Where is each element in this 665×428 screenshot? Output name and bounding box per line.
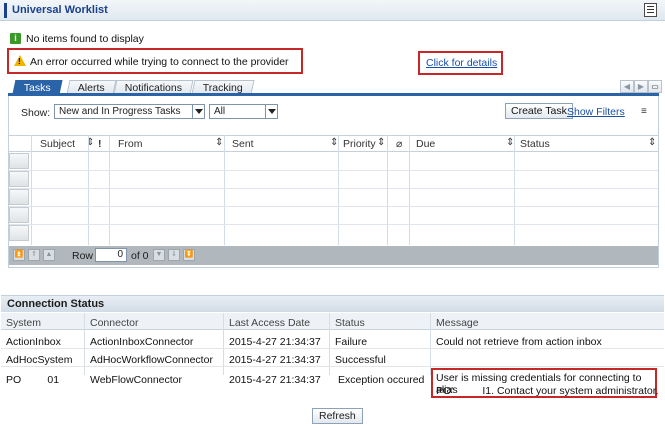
click-for-details-link[interactable]: Click for details <box>426 57 497 69</box>
column-due[interactable]: Due <box>416 138 435 150</box>
cell-status: Successful <box>335 354 386 366</box>
last-page-icon[interactable]: ⏬ <box>183 249 195 261</box>
prev-row-icon[interactable]: ▲ <box>43 249 55 261</box>
grid-divider <box>338 135 339 245</box>
col-last-access: Last Access Date <box>229 317 311 329</box>
row-selector[interactable] <box>9 189 29 205</box>
chevron-down-icon[interactable] <box>192 105 204 118</box>
grid-divider <box>387 135 388 245</box>
row-input[interactable]: 0 <box>95 248 127 262</box>
create-task-button[interactable]: Create Task <box>505 103 573 119</box>
col-status: Status <box>335 317 365 329</box>
row-selector[interactable] <box>9 153 29 169</box>
warning-icon: ! <box>14 55 26 66</box>
cell-system: PO 01 <box>6 374 60 386</box>
cell-system: ActionInbox <box>6 336 61 348</box>
grid-row-line <box>9 206 658 207</box>
cell-date: 2015-4-27 21:34:37 <box>229 354 321 366</box>
cell-connector: AdHocWorkflowConnector <box>90 354 213 366</box>
cell-connector: WebFlowConnector <box>90 374 183 386</box>
cell-status: Exception occured <box>338 374 425 386</box>
cell-date: 2015-4-27 21:34:37 <box>229 374 321 386</box>
tab-list-icon[interactable]: ▭ <box>648 80 662 93</box>
menu-icon[interactable] <box>644 3 657 17</box>
column-sent[interactable]: Sent <box>232 138 254 150</box>
sort-icon[interactable]: ⇕ <box>215 137 223 148</box>
table-row-line <box>1 348 664 349</box>
connection-status-title: Connection Status <box>7 298 105 310</box>
row-selector[interactable] <box>9 171 29 187</box>
error-message: An error occurred while trying to connec… <box>30 56 289 68</box>
grid-divider <box>409 135 410 245</box>
grid-row-line <box>9 224 658 225</box>
col-system: System <box>6 317 42 329</box>
column-from[interactable]: From <box>118 138 143 150</box>
refresh-button[interactable]: Refresh <box>312 408 363 424</box>
grid-divider <box>88 135 89 245</box>
next-page-icon[interactable]: ⇓ <box>168 249 180 261</box>
prev-page-icon[interactable]: ⇑ <box>28 249 40 261</box>
cell-system: AdHocSystem <box>6 354 73 366</box>
col-connector: Connector <box>90 317 139 329</box>
sort-icon[interactable]: ⇕ <box>648 137 656 148</box>
show-filters-link[interactable]: Show Filters <box>567 106 625 118</box>
cell-message-line2: PO' I1. Contact your system administrato… <box>436 385 659 397</box>
grid-divider <box>109 135 110 245</box>
grid-divider <box>31 135 32 245</box>
cell-date: 2015-4-27 21:34:37 <box>229 336 321 348</box>
grid-row-line <box>9 188 658 189</box>
info-message: No items found to display <box>26 33 144 45</box>
cell-message: Could not retrieve from action inbox <box>436 336 602 348</box>
tab-tasks[interactable]: Tasks <box>12 80 63 94</box>
scope-select[interactable]: All <box>209 104 278 119</box>
view-select[interactable]: New and In Progress Tasks <box>54 104 205 119</box>
next-row-icon[interactable]: ▼ <box>153 249 165 261</box>
row-total: of 0 <box>131 250 149 262</box>
info-icon: i <box>10 33 21 44</box>
attachment-icon[interactable]: ⌀ <box>396 138 402 150</box>
scroll-left-icon[interactable]: ◀ <box>620 80 634 93</box>
cell-status: Failure <box>335 336 368 348</box>
column-subject[interactable]: Subject <box>40 138 75 150</box>
show-label: Show: <box>21 107 51 119</box>
row-label: Row <box>72 250 94 262</box>
filter-icon[interactable]: ≡ <box>641 106 647 117</box>
tab-notifications[interactable]: Notifications <box>113 80 194 94</box>
grid-divider <box>224 135 225 245</box>
tasks-panel <box>8 96 659 268</box>
sort-icon[interactable]: ⇕ <box>377 137 385 148</box>
column-importance[interactable]: ! <box>98 138 102 150</box>
tab-tracking[interactable]: Tracking <box>191 80 255 94</box>
cell-connector: ActionInboxConnector <box>90 336 194 348</box>
grid-divider <box>514 135 515 245</box>
row-selector[interactable] <box>9 225 29 241</box>
scroll-right-icon[interactable]: ▶ <box>634 80 648 93</box>
column-priority[interactable]: Priority <box>343 138 376 150</box>
table-row-line <box>1 366 664 367</box>
column-status[interactable]: Status <box>520 138 550 150</box>
tab-alerts[interactable]: Alerts <box>66 80 117 94</box>
page-title: Universal Worklist <box>12 4 108 16</box>
grid-row-line <box>9 170 658 171</box>
header-accent <box>4 3 7 18</box>
col-message: Message <box>436 317 479 329</box>
first-page-icon[interactable]: ⏫ <box>13 249 25 261</box>
row-selector[interactable] <box>9 207 29 223</box>
chevron-down-icon[interactable] <box>265 105 277 118</box>
